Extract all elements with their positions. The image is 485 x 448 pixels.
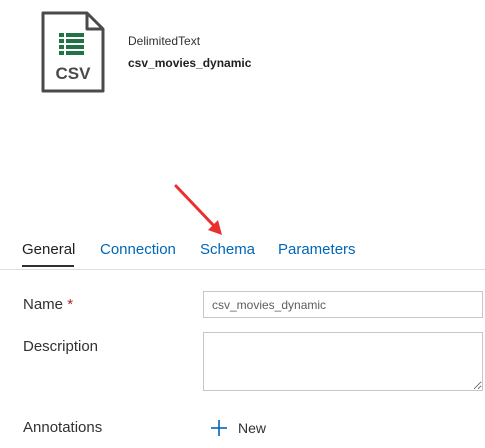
description-textarea[interactable] <box>203 332 483 391</box>
active-tab-indicator <box>22 265 74 267</box>
required-asterisk: * <box>67 296 74 313</box>
csv-file-icon: CSV <box>41 11 105 93</box>
new-annotation-button[interactable]: New <box>210 416 266 440</box>
red-arrow-annotation <box>174 184 222 235</box>
tab-schema[interactable]: Schema <box>200 241 255 258</box>
dataset-type: DelimitedText <box>128 34 201 48</box>
annotations-label: Annotations <box>23 419 103 436</box>
plus-icon <box>211 420 227 436</box>
csv-icon-label: CSV <box>56 64 92 83</box>
new-button-label: New <box>238 420 267 436</box>
description-label: Description <box>23 338 99 355</box>
tab-general[interactable]: General <box>22 241 75 258</box>
name-label: Name * <box>23 296 73 313</box>
name-input[interactable] <box>203 291 483 318</box>
dataset-name: csv_movies_dynamic <box>128 56 252 70</box>
tab-connection[interactable]: Connection <box>100 241 176 258</box>
tab-bar: General Connection Schema Parameters <box>0 236 485 270</box>
tab-bar-divider <box>0 269 485 270</box>
name-label-text: Name <box>23 296 64 313</box>
tab-parameters[interactable]: Parameters <box>278 241 356 258</box>
